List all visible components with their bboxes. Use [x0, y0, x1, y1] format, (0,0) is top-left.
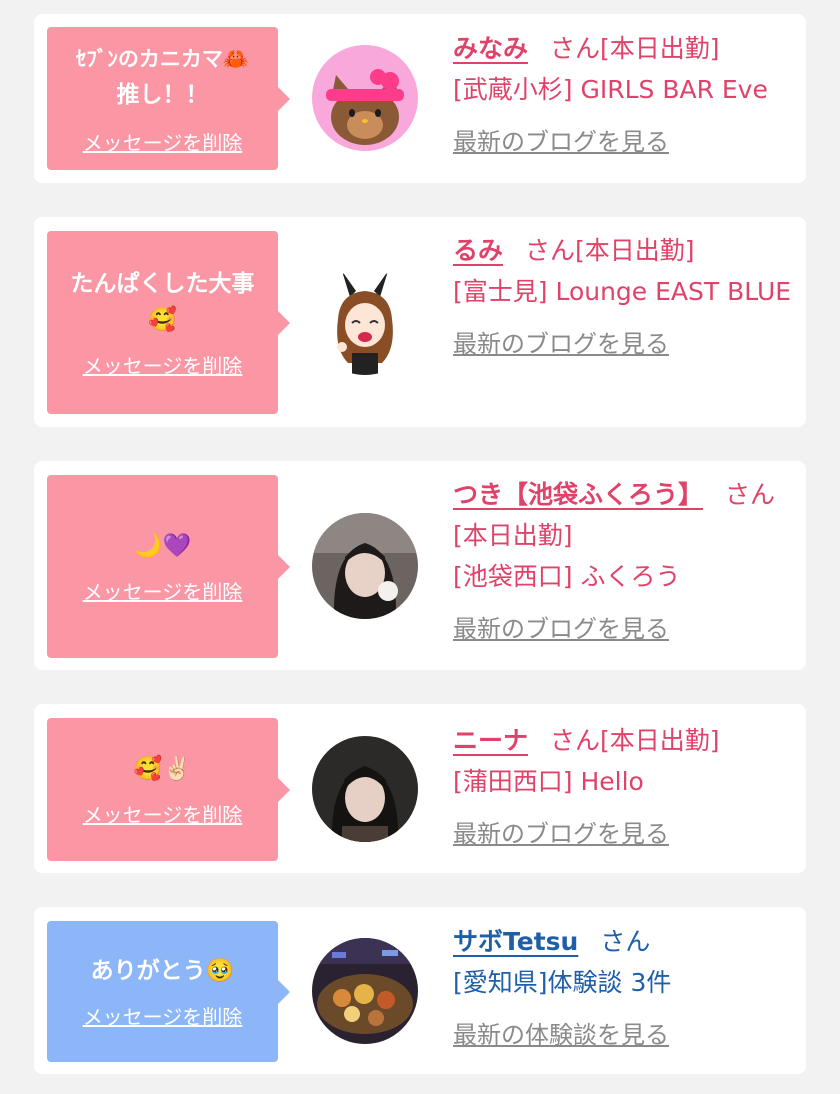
honorific: さん [725, 480, 776, 509]
profile-info: みなみ さん[本日出勤] [武蔵小杉] GIRLS BAR Eve 最新のブログを… [453, 28, 798, 163]
status-text: [本日出勤] [600, 726, 720, 755]
profile-name-link[interactable]: みなみ [453, 34, 528, 63]
status-text: [本日出勤] [575, 236, 695, 265]
honorific: さん [600, 927, 651, 956]
message-bubble: 🥰✌🏻 メッセージを削除 [47, 718, 290, 861]
bunny-girl-avatar[interactable] [312, 269, 418, 375]
message-bubble: 🌙💜 メッセージを削除 [47, 475, 290, 658]
message-card: ｾﾌﾞﾝのカニカマ🦀 推し！！ メッセージを削除 みなみ さん[本日出勤] [武蔵… [34, 14, 806, 183]
profile-info: ニーナ さん[本日出勤] [蒲田西口] Hello 最新のブログを見る [453, 720, 798, 855]
profile-name-link[interactable]: つき【池袋ふくろう】 [453, 480, 703, 509]
hello-kitty-avatar[interactable] [312, 45, 418, 151]
delete-message-link[interactable]: メッセージを削除 [83, 350, 243, 379]
delete-message-link[interactable]: メッセージを削除 [83, 127, 243, 156]
profile-name-link[interactable]: サボTetsu [453, 927, 578, 956]
shop-text: [蒲田西口] Hello [453, 767, 644, 796]
message-text: 🌙💜 [133, 533, 192, 559]
delete-message-link[interactable]: メッセージを削除 [83, 799, 243, 828]
message-bubble: たんぱくした大事 🥰 メッセージを削除 [47, 231, 290, 414]
latest-blog-link[interactable]: 最新のブログを見る [453, 122, 798, 163]
profile-info: つき【池袋ふくろう】 さん [本日出勤] [池袋西口] ふくろう 最新のブログを見る [453, 474, 798, 650]
message-text: ｾﾌﾞﾝのカニカマ🦀 推し！！ [75, 47, 250, 108]
message-text: 🥰✌🏻 [133, 756, 192, 782]
latest-blog-link[interactable]: 最新のブログを見る [453, 609, 798, 650]
status-text: [本日出勤] [600, 34, 720, 63]
shop-text: [池袋西口] ふくろう [453, 562, 681, 591]
honorific: さん [550, 34, 601, 63]
status-text: [本日出勤] [453, 521, 573, 550]
shop-text: [富士見] Lounge EAST BLUE [453, 277, 792, 306]
message-text: たんぱくした大事 🥰 [70, 271, 255, 333]
profile-info: サボTetsu さん [愛知県]体験談 3件 最新の体験談を見る [453, 921, 798, 1056]
profile-name-link[interactable]: ニーナ [453, 726, 528, 755]
shop-text: [愛知県]体験談 3件 [453, 968, 672, 997]
message-card: ありがとう🥹 メッセージを削除 サボTetsu さん [愛知県]体験談 3件 最新… [34, 907, 806, 1074]
profile-name-link[interactable]: るみ [453, 236, 503, 265]
message-card: たんぱくした大事 🥰 メッセージを削除 るみ さん[本日出勤] [富士見] Lou… [34, 217, 806, 427]
profile-info: るみ さん[本日出勤] [富士見] Lounge EAST BLUE 最新のブログ… [453, 230, 798, 365]
honorific: さん [550, 726, 601, 755]
message-card: 🌙💜 メッセージを削除 つき【池袋ふくろう】 さん [本日出勤] [池袋西口] ふく… [34, 461, 806, 670]
delete-message-link[interactable]: メッセージを削除 [83, 576, 243, 605]
latest-blog-link[interactable]: 最新のブログを見る [453, 324, 798, 365]
message-bubble: ｾﾌﾞﾝのカニカマ🦀 推し！！ メッセージを削除 [47, 27, 290, 170]
shop-text: [武蔵小杉] GIRLS BAR Eve [453, 75, 768, 104]
message-text: ありがとう🥹 [90, 958, 235, 984]
message-card: 🥰✌🏻 メッセージを削除 ニーナ さん[本日出勤] [蒲田西口] Hello 最新… [34, 704, 806, 873]
honorific: さん [525, 236, 576, 265]
latest-blog-link[interactable]: 最新のブログを見る [453, 814, 798, 855]
delete-message-link[interactable]: メッセージを削除 [83, 1001, 243, 1030]
message-bubble: ありがとう🥹 メッセージを削除 [47, 921, 290, 1062]
photo-avatar[interactable] [312, 513, 418, 619]
photo-avatar[interactable] [312, 736, 418, 842]
food-photo-avatar[interactable] [312, 938, 418, 1044]
latest-review-link[interactable]: 最新の体験談を見る [453, 1015, 798, 1056]
